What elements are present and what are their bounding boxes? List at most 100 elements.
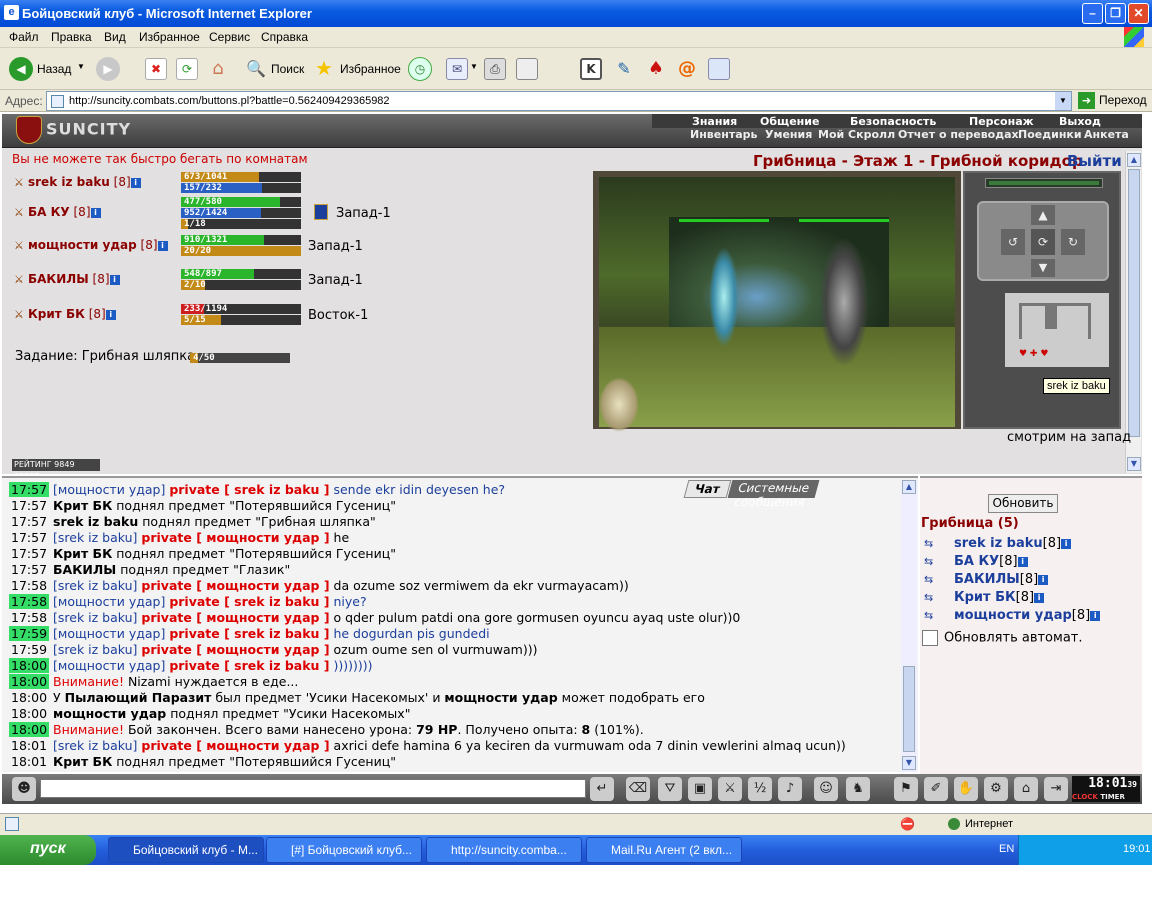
attack-icon[interactable]: ⚔ bbox=[14, 176, 28, 189]
address-dropdown-icon[interactable]: ▼ bbox=[1055, 92, 1071, 110]
info-icon[interactable]: i bbox=[90, 207, 101, 218]
checkbox-icon[interactable] bbox=[922, 630, 938, 646]
nav-knowledge[interactable]: Знания bbox=[692, 115, 737, 128]
attack-icon[interactable]: ⚔ bbox=[14, 206, 28, 219]
player-name[interactable]: мощности удар bbox=[28, 238, 137, 252]
chat-input[interactable] bbox=[40, 779, 586, 798]
address-input[interactable]: http://suncity.combats.com/buttons.pl?ba… bbox=[46, 91, 1072, 111]
task-suncity-url[interactable]: http://suncity.comba... bbox=[426, 837, 582, 863]
chat-scroll-thumb[interactable] bbox=[903, 666, 915, 752]
history-icon[interactable]: ◷ bbox=[408, 57, 432, 81]
close-button[interactable]: ✕ bbox=[1128, 3, 1149, 24]
sound-icon[interactable]: ♪ bbox=[778, 777, 802, 801]
filter-icon[interactable]: ⛛ bbox=[658, 777, 682, 801]
private-message-icon[interactable]: ⇆ bbox=[924, 609, 944, 623]
move-forward-icon[interactable]: ▲ bbox=[1031, 205, 1055, 225]
task-combats-1[interactable]: Бойцовский клуб - М... bbox=[108, 837, 264, 863]
refresh-button[interactable]: Обновить bbox=[988, 494, 1058, 513]
search-icon[interactable]: 🔍 bbox=[245, 58, 267, 80]
minimize-button[interactable]: – bbox=[1082, 3, 1103, 24]
room-player[interactable]: ⇆ srek iz baku[8] i bbox=[924, 536, 1072, 551]
info-icon[interactable]: i bbox=[1090, 610, 1101, 621]
nav-skills[interactable]: Умения bbox=[765, 128, 812, 141]
info-icon[interactable]: i bbox=[130, 177, 141, 188]
back-arrow-icon[interactable]: ◀ bbox=[9, 57, 33, 81]
nav-security[interactable]: Безопасность bbox=[850, 115, 936, 128]
turn-right-icon[interactable]: ↻ bbox=[1061, 229, 1085, 255]
attack-icon[interactable]: ⚔ bbox=[14, 308, 28, 321]
menu-view[interactable]: Вид bbox=[104, 30, 126, 44]
trainer-icon[interactable]: ⚑ bbox=[894, 777, 918, 801]
pen-icon[interactable]: ✎ bbox=[613, 58, 635, 80]
go-arrow-icon[interactable]: ➜ bbox=[1078, 92, 1095, 109]
room-player[interactable]: ⇆ БА КУ[8] i bbox=[924, 554, 1028, 569]
info-icon[interactable]: i bbox=[1061, 538, 1072, 549]
nav-profile[interactable]: Анкета bbox=[1084, 128, 1129, 141]
exit-link[interactable]: Выйти bbox=[1067, 152, 1122, 170]
popup-blocked-icon[interactable]: ⛔ bbox=[900, 817, 915, 831]
home-icon[interactable]: ⌂ bbox=[207, 58, 229, 80]
eraser-icon[interactable]: ⌫ bbox=[626, 777, 650, 801]
hand-icon[interactable]: ✋ bbox=[954, 777, 978, 801]
menu-tools[interactable]: Сервис bbox=[209, 30, 250, 44]
start-button[interactable]: пуск bbox=[0, 835, 96, 865]
search-button[interactable]: Поиск bbox=[271, 62, 304, 76]
player-name[interactable]: Крит БК bbox=[28, 307, 85, 321]
tab-system-messages[interactable]: Системные сообщения bbox=[727, 480, 820, 509]
scroll-down-icon[interactable]: ▼ bbox=[1127, 457, 1141, 471]
nav-transfers[interactable]: Отчет о переводах bbox=[898, 128, 1019, 141]
scroll-icon[interactable]: ✐ bbox=[924, 777, 948, 801]
edit-icon[interactable] bbox=[516, 58, 538, 80]
info-icon[interactable]: i bbox=[157, 240, 168, 251]
room-player[interactable]: ⇆ мощности удар[8] i bbox=[924, 608, 1101, 623]
task-mailru-agent[interactable]: Mail.Ru Агент (2 вкл... bbox=[586, 837, 742, 863]
mail-dropdown-icon[interactable]: ▼ bbox=[470, 62, 478, 71]
favorites-button[interactable]: Избранное bbox=[340, 62, 401, 76]
private-message-icon[interactable]: ⇆ bbox=[924, 591, 944, 605]
mail-icon[interactable]: ✉ bbox=[446, 58, 468, 80]
turn-left-icon[interactable]: ↺ bbox=[1001, 229, 1025, 255]
tab-chat[interactable]: Чат bbox=[683, 480, 732, 498]
maximize-button[interactable]: ❐ bbox=[1105, 3, 1126, 24]
menu-favorites[interactable]: Избранное bbox=[139, 30, 200, 44]
k-icon[interactable]: K bbox=[580, 58, 602, 80]
player-name[interactable]: БАКИЛЫ bbox=[28, 272, 89, 286]
private-message-icon[interactable]: ⇆ bbox=[924, 555, 944, 569]
menu-help[interactable]: Справка bbox=[261, 30, 308, 44]
stop-icon[interactable]: ✖ bbox=[145, 58, 167, 80]
nav-fights[interactable]: Поединки bbox=[1018, 128, 1082, 141]
nav-inventory[interactable]: Инвентарь bbox=[690, 128, 757, 141]
mask-icon[interactable]: ♞ bbox=[846, 777, 870, 801]
forward-arrow-icon[interactable]: ▶ bbox=[96, 57, 120, 81]
player-name[interactable]: srek iz baku bbox=[28, 175, 110, 189]
player-name[interactable]: БА КУ bbox=[28, 205, 70, 219]
language-indicator[interactable]: EN bbox=[999, 843, 1014, 855]
room-player[interactable]: ⇆ БАКИЛЫ[8] i bbox=[924, 572, 1049, 587]
move-back-icon[interactable]: ▼ bbox=[1031, 259, 1055, 277]
send-icon[interactable]: ↵ bbox=[590, 777, 614, 801]
inventory-icon[interactable]: ⚙ bbox=[984, 777, 1008, 801]
info-icon[interactable]: i bbox=[1038, 574, 1049, 585]
auto-refresh-checkbox[interactable]: Обновлять автомат. bbox=[922, 630, 1083, 646]
menu-edit[interactable]: Правка bbox=[51, 30, 92, 44]
attack-icon[interactable]: ⚔ bbox=[14, 273, 28, 286]
back-button[interactable]: Назад bbox=[37, 62, 71, 76]
favorites-star-icon[interactable]: ★ bbox=[313, 57, 335, 79]
attack-icon[interactable]: ⚔ bbox=[14, 239, 28, 252]
chat-scrollbar[interactable]: ▲ ▼ bbox=[901, 480, 917, 772]
fighter-icon[interactable]: ⚔ bbox=[718, 777, 742, 801]
at-icon[interactable]: @ bbox=[676, 58, 698, 80]
info-icon[interactable]: i bbox=[109, 274, 120, 285]
private-message-icon[interactable]: ⇆ bbox=[924, 573, 944, 587]
print-icon[interactable]: ⎙ bbox=[484, 58, 506, 80]
refresh-icon[interactable]: ⟳ bbox=[176, 58, 198, 80]
info-icon[interactable]: i bbox=[1034, 592, 1045, 603]
back-dropdown-icon[interactable]: ▼ bbox=[77, 62, 85, 71]
info-icon[interactable]: i bbox=[105, 309, 116, 320]
nav-character[interactable]: Персонаж bbox=[969, 115, 1034, 128]
scroll-up-icon[interactable]: ▲ bbox=[1127, 153, 1141, 167]
smile-face-icon[interactable]: ☻ bbox=[12, 777, 36, 801]
info-icon[interactable]: i bbox=[1017, 556, 1028, 567]
go-button[interactable]: Переход bbox=[1099, 93, 1147, 107]
refresh-room-icon[interactable]: ⟳ bbox=[1031, 229, 1055, 255]
